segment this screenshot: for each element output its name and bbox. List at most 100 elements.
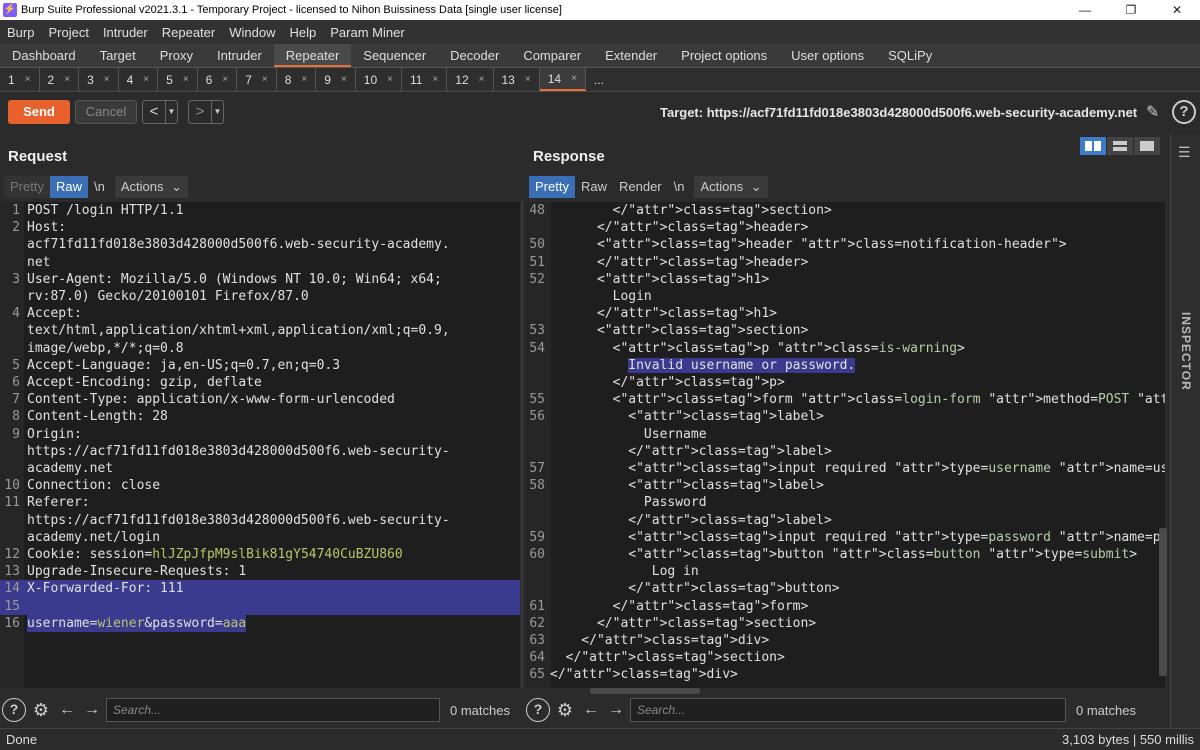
chevron-left-icon[interactable]: < xyxy=(143,101,165,123)
tab-intruder[interactable]: Intruder xyxy=(205,44,274,67)
request-line[interactable]: 5 Accept-Language: ja,en-US;q=0.7,en;q=0.… xyxy=(0,357,520,374)
response-line[interactable]: 52 <"attr">class=tag">h1> xyxy=(525,271,1165,288)
help-icon[interactable]: ? xyxy=(2,698,26,722)
request-line[interactable]: 9 Origin: xyxy=(0,426,520,443)
request-line[interactable]: 16 username=wiener&password=aaa xyxy=(0,614,520,632)
request-line[interactable]: https://acf71fd11fd018e3803d428000d500f6… xyxy=(0,443,520,460)
menu-window[interactable]: Window xyxy=(222,25,282,40)
request-raw-tab[interactable]: Raw xyxy=(49,176,88,198)
tab-extender[interactable]: Extender xyxy=(593,44,669,67)
subtab-11[interactable]: 11 × xyxy=(402,68,448,91)
request-line[interactable]: 4 Accept: xyxy=(0,305,520,322)
subtab-12[interactable]: 12 × xyxy=(447,68,494,91)
request-line[interactable]: text/html,application/xhtml+xml,applicat… xyxy=(0,322,520,339)
request-line[interactable]: 6 Accept-Encoding: gzip, deflate xyxy=(0,374,520,391)
menu-param-miner[interactable]: Param Miner xyxy=(323,25,411,40)
close-icon[interactable]: × xyxy=(432,74,438,85)
response-newline-toggle[interactable]: \n xyxy=(668,176,691,198)
response-line[interactable]: 53 <"attr">class=tag">section> xyxy=(525,322,1165,339)
response-line[interactable]: 58 <"attr">class=tag">label> xyxy=(525,477,1165,494)
request-line[interactable]: net xyxy=(0,254,520,271)
subtab-3[interactable]: 3 × xyxy=(79,68,119,91)
response-line[interactable]: </"attr">class=tag">header> xyxy=(525,219,1165,236)
subtab-8[interactable]: 8 × xyxy=(277,68,317,91)
response-pretty-tab[interactable]: Pretty xyxy=(529,176,575,198)
close-icon[interactable]: × xyxy=(104,74,110,85)
tab-user-options[interactable]: User options xyxy=(779,44,876,67)
request-line[interactable]: 14 X-Forwarded-For: 111 xyxy=(0,580,520,598)
response-line[interactable]: Password xyxy=(525,494,1165,511)
request-line[interactable]: 10 Connection: close xyxy=(0,477,520,494)
arrow-left-icon[interactable]: ← xyxy=(56,698,78,722)
subtab-1[interactable]: 1 × xyxy=(0,68,40,91)
response-raw-tab[interactable]: Raw xyxy=(575,176,613,198)
request-line[interactable]: 7 Content-Type: application/x-www-form-ur… xyxy=(0,391,520,408)
request-line[interactable]: academy.net xyxy=(0,460,520,477)
response-actions-menu[interactable]: Actions ⌄ xyxy=(694,176,768,198)
subtab-13[interactable]: 13 × xyxy=(494,68,540,91)
response-line[interactable]: 62 </"attr">class=tag">section> xyxy=(525,615,1165,632)
request-line[interactable]: 15 xyxy=(0,597,520,615)
response-line[interactable]: 65 </"attr">class=tag">div> xyxy=(525,666,1165,683)
response-line[interactable]: Login xyxy=(525,288,1165,305)
response-line[interactable]: Invalid username or password. xyxy=(525,357,1165,374)
response-line[interactable]: 55 <"attr">class=tag">form "attr">class=… xyxy=(525,391,1165,408)
arrow-left-icon[interactable]: ← xyxy=(580,698,602,722)
response-line[interactable]: 63 </"attr">class=tag">div> xyxy=(525,632,1165,649)
tab-project-options[interactable]: Project options xyxy=(669,44,779,67)
arrow-right-icon[interactable]: → xyxy=(81,698,103,722)
tab-repeater[interactable]: Repeater xyxy=(273,44,352,67)
request-line[interactable]: rv:87.0) Gecko/20100101 Firefox/87.0 xyxy=(0,288,520,305)
request-line[interactable]: https://acf71fd11fd018e3803d428000d500f6… xyxy=(0,512,520,529)
tab-proxy[interactable]: Proxy xyxy=(148,44,205,67)
tab-dashboard[interactable]: Dashboard xyxy=(0,44,88,67)
subtab-7[interactable]: 7 × xyxy=(237,68,277,91)
response-line[interactable]: 56 <"attr">class=tag">label> xyxy=(525,408,1165,425)
request-actions-menu[interactable]: Actions ⌄ xyxy=(114,176,188,198)
forward-dropdown-icon[interactable]: ▼ xyxy=(211,101,223,123)
subtab-9[interactable]: 9 × xyxy=(316,68,356,91)
close-icon[interactable]: × xyxy=(222,74,228,85)
tab-decoder[interactable]: Decoder xyxy=(438,44,511,67)
edit-target-icon[interactable]: ✎ xyxy=(1146,102,1166,122)
request-pretty-tab[interactable]: Pretty xyxy=(4,176,50,198)
response-line[interactable]: 48 </"attr">class=tag">section> xyxy=(525,202,1165,219)
tab-sqlipy[interactable]: SQLiPy xyxy=(876,44,944,67)
subtab-10[interactable]: 10 × xyxy=(356,68,402,91)
close-icon[interactable]: × xyxy=(479,74,485,85)
request-search-input[interactable]: Search... xyxy=(106,698,440,722)
subtab-5[interactable]: 5 × xyxy=(158,68,198,91)
response-search-input[interactable]: Search... xyxy=(630,698,1066,722)
request-newline-toggle[interactable]: \n xyxy=(88,176,111,198)
help-icon[interactable]: ? xyxy=(1172,100,1196,124)
close-icon[interactable]: × xyxy=(25,74,31,85)
request-editor[interactable]: 1 POST /login HTTP/1.1 2 Host: acf71fd11fd01… xyxy=(0,202,520,688)
request-line[interactable]: 3 User-Agent: Mozilla/5.0 (Windows NT 10.… xyxy=(0,271,520,288)
request-line[interactable]: 2 Host: xyxy=(0,219,520,236)
close-icon[interactable]: × xyxy=(341,74,347,85)
chevron-right-icon[interactable]: > xyxy=(189,101,211,123)
request-line[interactable]: academy.net/login xyxy=(0,529,520,546)
response-render-tab[interactable]: Render xyxy=(613,176,668,198)
close-icon[interactable]: × xyxy=(262,74,268,85)
response-line[interactable]: </"attr">class=tag">p> xyxy=(525,374,1165,391)
close-icon[interactable]: × xyxy=(387,74,393,85)
response-line[interactable]: 54 <"attr">class=tag">p "attr">class=is-… xyxy=(525,340,1165,357)
close-icon[interactable]: × xyxy=(525,74,531,85)
response-line[interactable]: </"attr">class=tag">label> xyxy=(525,512,1165,529)
response-line[interactable]: </"attr">class=tag">label> xyxy=(525,443,1165,460)
close-icon[interactable]: × xyxy=(183,74,189,85)
request-line[interactable]: 13 Upgrade-Insecure-Requests: 1 xyxy=(0,563,520,580)
split-horizontal-icon[interactable] xyxy=(1080,137,1106,155)
response-line[interactable]: </"attr">class=tag">button> xyxy=(525,580,1165,597)
send-button[interactable]: Send xyxy=(8,100,70,124)
subtab-2[interactable]: 2 × xyxy=(40,68,80,91)
menu-icon[interactable]: ☰ xyxy=(1178,144,1194,161)
request-line[interactable]: 12 Cookie: session=hlJZpJfpM9slBik81gY547… xyxy=(0,546,520,563)
back-dropdown-icon[interactable]: ▼ xyxy=(165,101,177,123)
minimize-icon[interactable]: — xyxy=(1062,0,1108,20)
split-divider[interactable] xyxy=(521,200,523,688)
response-line[interactable]: </"attr">class=tag">h1> xyxy=(525,305,1165,322)
response-line[interactable]: 61 </"attr">class=tag">form> xyxy=(525,598,1165,615)
restore-icon[interactable]: ❐ xyxy=(1108,0,1154,20)
